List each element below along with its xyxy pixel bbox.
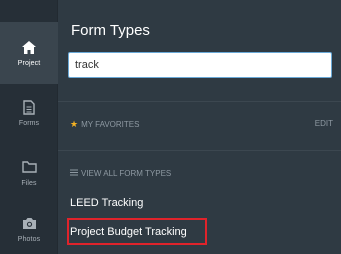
sidebar-item-project[interactable]: Project bbox=[0, 22, 58, 84]
sidebar-item-photos[interactable]: Photos bbox=[0, 198, 58, 254]
camera-icon bbox=[21, 215, 37, 231]
divider bbox=[58, 150, 341, 151]
sidebar-item-forms[interactable]: Forms bbox=[0, 82, 58, 144]
list-item-leed-tracking[interactable]: LEED Tracking bbox=[70, 197, 143, 209]
search-input[interactable] bbox=[68, 52, 332, 78]
divider bbox=[58, 101, 341, 102]
sidebar-item-label: Files bbox=[21, 180, 37, 187]
home-icon bbox=[21, 39, 37, 55]
sidebar-item-label: Project bbox=[17, 60, 41, 67]
favorites-label: MY FAVORITES bbox=[81, 120, 140, 129]
star-icon: ★ bbox=[70, 119, 79, 129]
favorites-header: ★ MY FAVORITES bbox=[70, 119, 139, 130]
list-item-label: Project Budget Tracking bbox=[70, 225, 187, 238]
edit-favorites-button[interactable]: EDIT bbox=[315, 119, 333, 128]
form-types-panel: Form Types ★ MY FAVORITES EDIT VIEW ALL … bbox=[58, 0, 341, 254]
view-all-label: VIEW ALL FORM TYPES bbox=[81, 169, 172, 178]
list-item-project-budget-tracking[interactable]: Project Budget Tracking bbox=[67, 218, 207, 245]
list-icon bbox=[70, 169, 78, 178]
folder-icon bbox=[21, 159, 37, 175]
view-all-header[interactable]: VIEW ALL FORM TYPES bbox=[70, 169, 171, 178]
document-icon bbox=[21, 99, 37, 115]
sidebar-item-label: Forms bbox=[18, 120, 40, 127]
sidebar-item-label: Photos bbox=[17, 236, 41, 243]
sidebar: Project Forms Files Photos bbox=[0, 0, 58, 254]
page-title: Form Types bbox=[71, 22, 150, 39]
sidebar-item-files[interactable]: Files bbox=[0, 142, 58, 204]
